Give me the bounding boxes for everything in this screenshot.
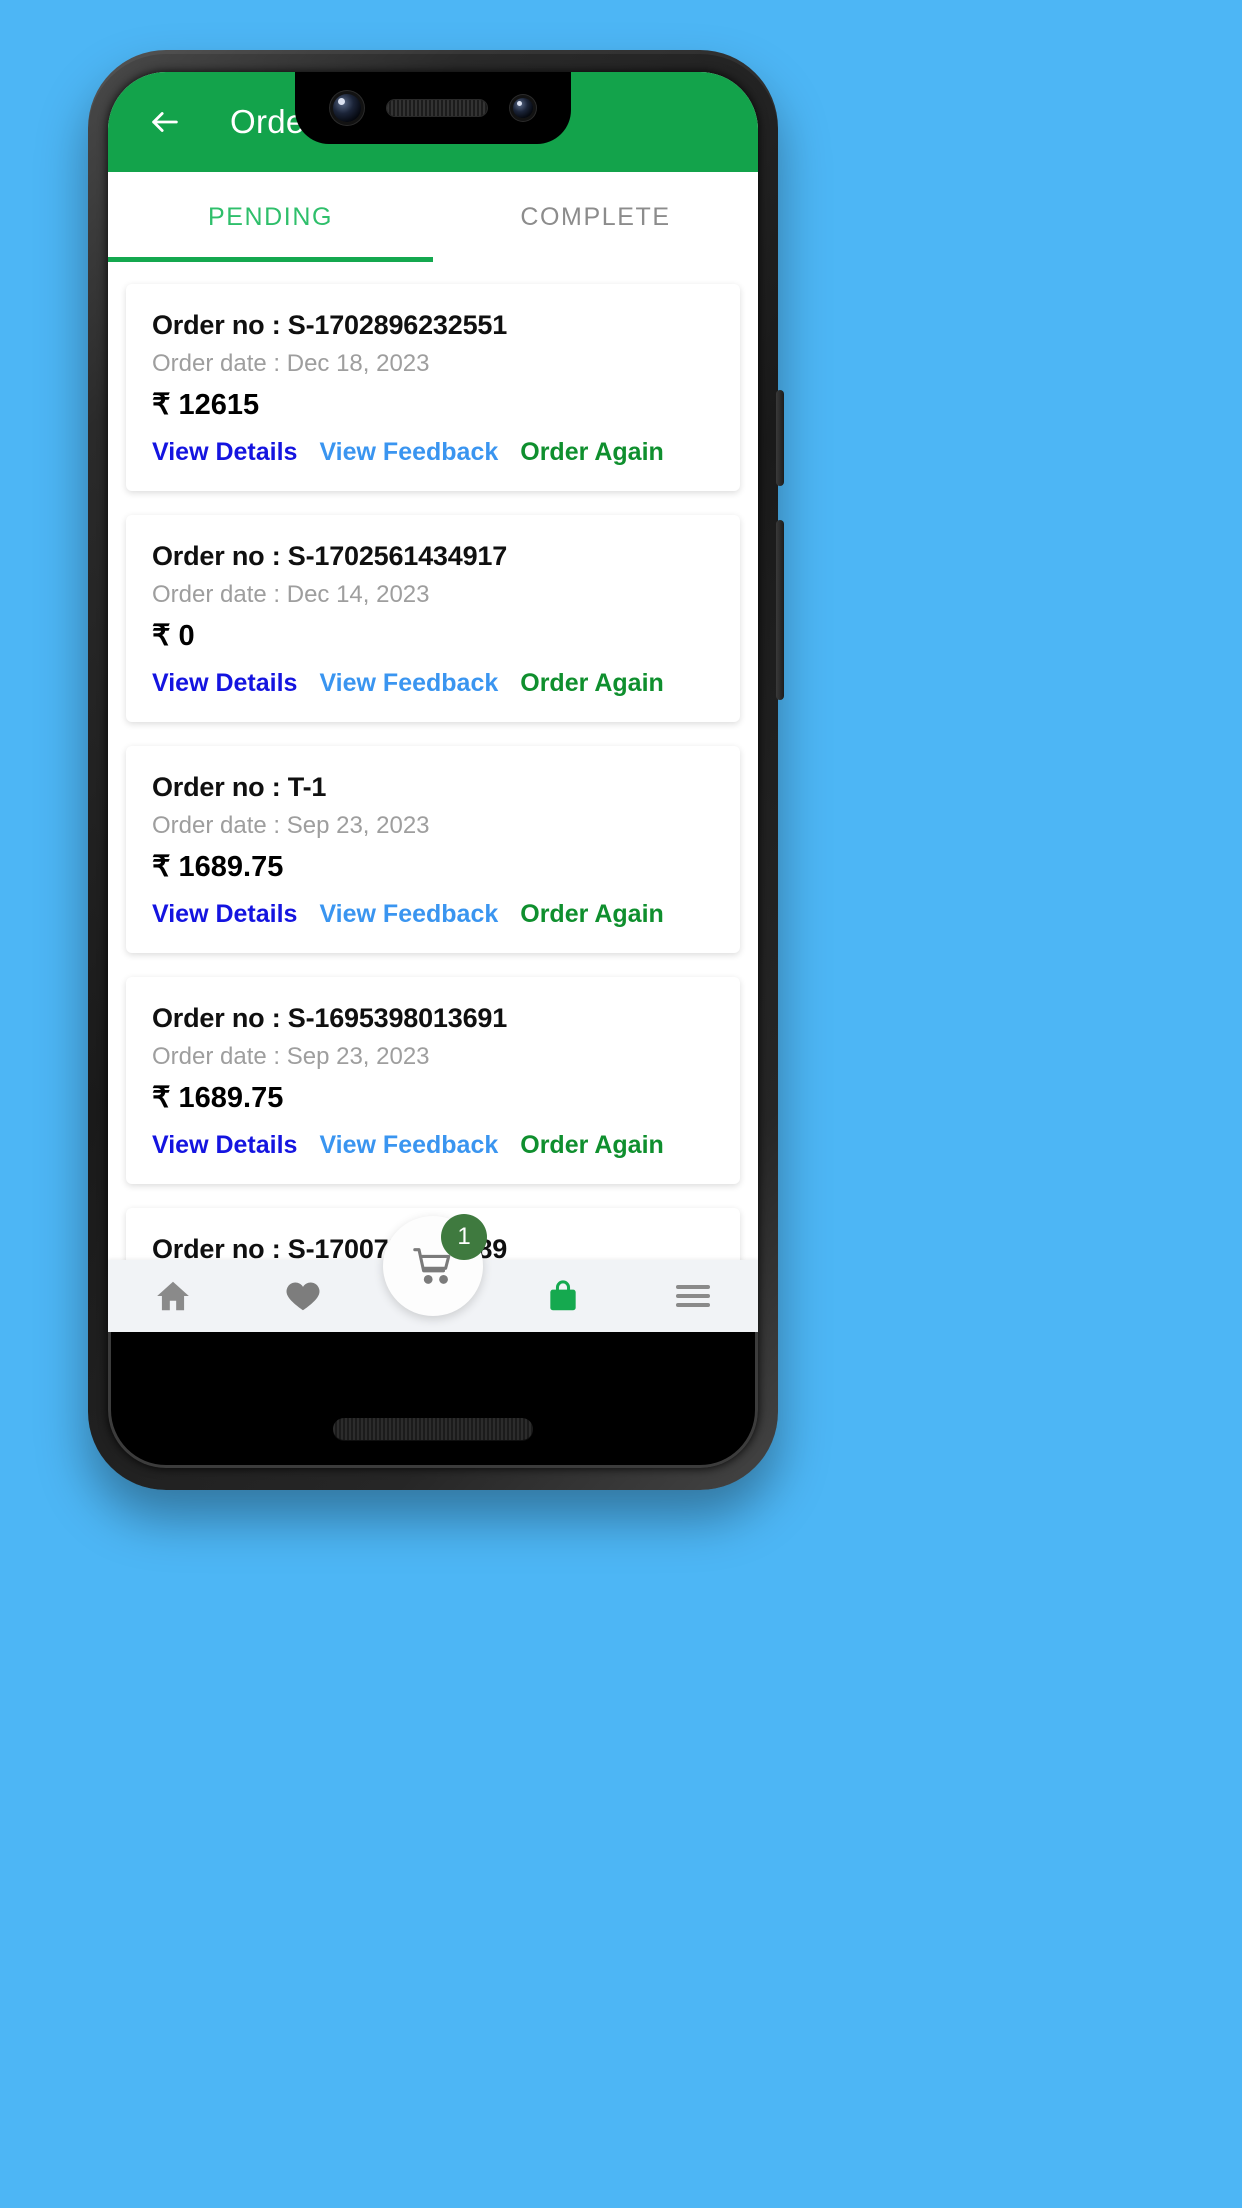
order-actions: View Details View Feedback Order Again xyxy=(152,669,714,698)
front-camera-icon xyxy=(333,94,361,122)
order-price: ₹ 1689.75 xyxy=(152,1082,284,1114)
earpiece-speaker xyxy=(387,100,487,116)
order-actions: View Details View Feedback Order Again xyxy=(152,438,714,467)
phone-notch xyxy=(295,72,571,144)
arrow-left-icon xyxy=(152,112,178,132)
order-date: Order date : Dec 18, 2023 xyxy=(152,350,430,377)
order-again-link[interactable]: Order Again xyxy=(520,1131,664,1160)
order-again-link[interactable]: Order Again xyxy=(520,669,664,698)
back-button[interactable] xyxy=(142,99,188,145)
view-feedback-link[interactable]: View Feedback xyxy=(319,1131,498,1160)
nav-item-wishlist[interactable] xyxy=(238,1260,368,1332)
front-camera-secondary-icon xyxy=(513,98,533,118)
view-details-link[interactable]: View Details xyxy=(152,1131,297,1160)
order-number: Order no : T-1 xyxy=(152,772,327,802)
tab-pending[interactable]: PENDING xyxy=(108,172,433,262)
cart-badge: 1 xyxy=(441,1214,487,1260)
order-again-link[interactable]: Order Again xyxy=(520,900,664,929)
order-actions: View Details View Feedback Order Again xyxy=(152,900,714,929)
order-card[interactable]: Order no : S-1695398013691 Order date : … xyxy=(126,977,740,1184)
order-again-link[interactable]: Order Again xyxy=(520,438,664,467)
heart-icon xyxy=(286,1282,320,1311)
tab-bar: PENDING COMPLETE xyxy=(108,172,758,262)
view-feedback-link[interactable]: View Feedback xyxy=(319,669,498,698)
view-details-link[interactable]: View Details xyxy=(152,438,297,467)
order-number: Order no : S-1702896232551 xyxy=(152,310,508,340)
order-date: Order date : Sep 23, 2023 xyxy=(152,1043,430,1070)
view-feedback-link[interactable]: View Feedback xyxy=(319,438,498,467)
nav-item-menu[interactable] xyxy=(628,1260,758,1332)
home-icon xyxy=(157,1281,189,1311)
order-card[interactable]: Order no : S-1702561434917 Order date : … xyxy=(126,515,740,722)
tab-complete[interactable]: COMPLETE xyxy=(433,172,758,262)
app-screen: Orders PENDING COMPLETE Order no : S-170… xyxy=(108,72,758,1332)
view-feedback-link[interactable]: View Feedback xyxy=(319,900,498,929)
volume-button[interactable] xyxy=(776,520,784,700)
shopping-bag-icon xyxy=(550,1280,576,1311)
nav-item-shop[interactable] xyxy=(498,1260,628,1332)
phone-mockup: Orders PENDING COMPLETE Order no : S-170… xyxy=(88,50,784,1490)
order-price: ₹ 12615 xyxy=(152,389,260,421)
order-actions: View Details View Feedback Order Again xyxy=(152,1131,714,1160)
view-details-link[interactable]: View Details xyxy=(152,669,297,698)
view-details-link[interactable]: View Details xyxy=(152,900,297,929)
phone-screen-bezel: Orders PENDING COMPLETE Order no : S-170… xyxy=(108,72,758,1468)
order-card[interactable]: Order no : S-1702896232551 Order date : … xyxy=(126,284,740,491)
nav-item-home[interactable] xyxy=(108,1260,238,1332)
bottom-speaker-grill xyxy=(333,1418,533,1440)
cart-fab-button[interactable]: 1 xyxy=(383,1214,487,1316)
hamburger-menu-icon xyxy=(676,1280,710,1312)
order-date: Order date : Dec 14, 2023 xyxy=(152,581,430,608)
order-number: Order no : S-1695398013691 xyxy=(152,1003,508,1033)
order-card[interactable]: Order no : T-1 Order date : Sep 23, 2023… xyxy=(126,746,740,953)
order-price: ₹ 1689.75 xyxy=(152,851,284,883)
order-list[interactable]: Order no : S-1702896232551 Order date : … xyxy=(108,262,758,1332)
order-date: Order date : Sep 23, 2023 xyxy=(152,812,430,839)
order-price: ₹ 0 xyxy=(152,620,195,652)
power-button[interactable] xyxy=(776,390,784,486)
order-number: Order no : S-1702561434917 xyxy=(152,541,508,571)
